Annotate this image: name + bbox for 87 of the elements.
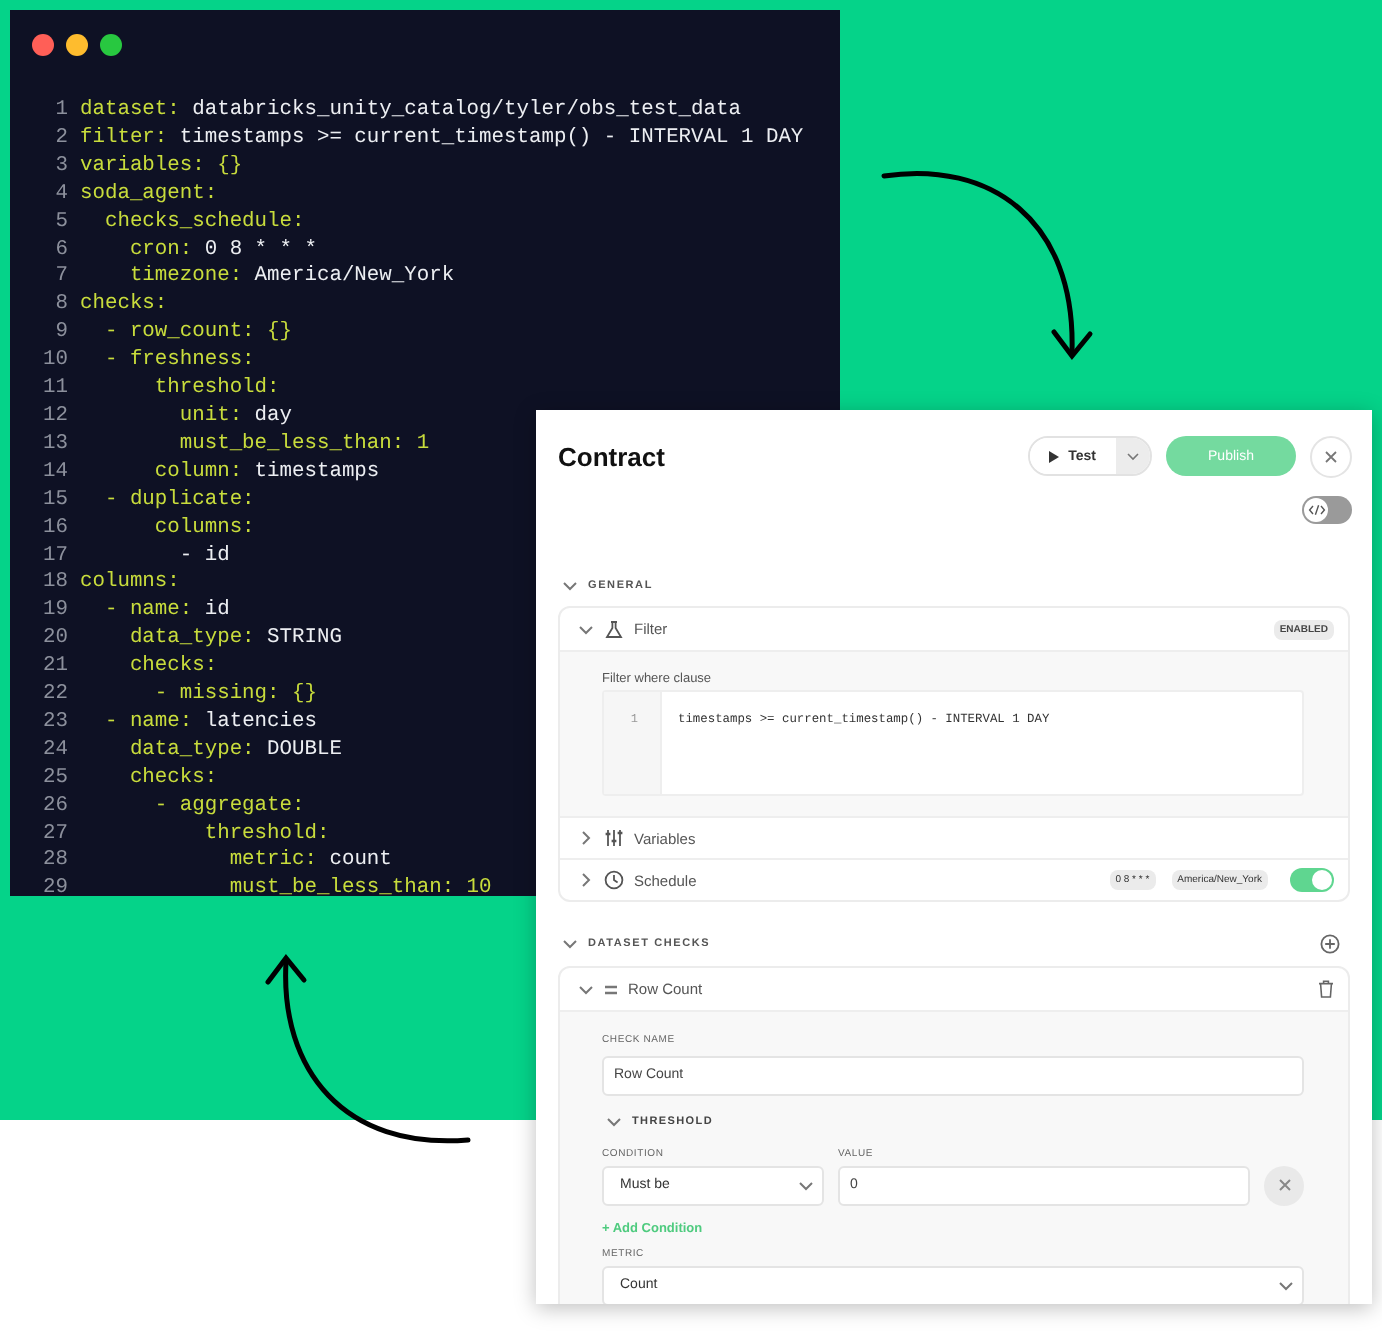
code-line: column: timestamps — [152, 459, 380, 488]
line-number: 7 — [53, 264, 68, 293]
line-number: 11 — [41, 376, 68, 404]
line-number: 1 — [53, 98, 68, 126]
minimize-dot[interactable] — [66, 34, 88, 56]
code-line: - name: latencies — [102, 709, 317, 738]
code-line: - id — [177, 543, 230, 571]
chevron-down-icon[interactable] — [562, 936, 578, 952]
chevron-down-icon[interactable] — [578, 981, 594, 997]
chevron-down-icon[interactable] — [562, 578, 578, 594]
code-line: checks: — [80, 292, 168, 321]
code-line: timezone: America/New_York — [127, 264, 455, 293]
line-number: 26 — [41, 793, 68, 822]
line-number: 18 — [41, 570, 68, 599]
line-number: 22 — [41, 682, 68, 710]
code-line: must_be_less_than: 10 — [227, 876, 492, 896]
equals-icon — [604, 983, 618, 995]
code-line: checks: — [127, 765, 218, 794]
line-number: 25 — [41, 765, 68, 794]
line-number: 8 — [53, 292, 68, 321]
chevron-right-icon[interactable] — [578, 830, 594, 846]
close-icon — [1277, 1178, 1291, 1192]
line-number: 3 — [53, 153, 68, 182]
code-line: must_be_less_than: 1 — [177, 431, 430, 460]
trash-icon[interactable] — [1318, 980, 1334, 998]
code-line: metric: count — [227, 848, 392, 877]
maximize-dot[interactable] — [100, 34, 122, 56]
line-number: 29 — [41, 876, 68, 896]
line-number: 24 — [41, 737, 68, 766]
play-icon — [1048, 449, 1061, 463]
caret-icon — [1126, 451, 1140, 461]
line-number: 2 — [53, 125, 68, 154]
chevron-down-icon[interactable] — [578, 621, 594, 637]
code-line: threshold: — [152, 376, 280, 404]
line-number: 4 — [53, 181, 68, 210]
chevron-down-icon — [1278, 1277, 1294, 1293]
panel-title: Contract — [558, 441, 667, 471]
flask-icon — [604, 619, 624, 639]
line-number: 14 — [41, 459, 68, 488]
chevron-down-icon[interactable] — [606, 1113, 622, 1129]
code-line: - name: id — [102, 598, 230, 627]
line-number: 15 — [41, 487, 68, 516]
close-dot[interactable] — [32, 34, 54, 56]
code-line: checks: — [127, 654, 218, 683]
code-icon — [1307, 504, 1325, 516]
code-line: data_type: STRING — [127, 626, 342, 655]
line-number: 10 — [41, 348, 68, 377]
code-line: variables: {} — [80, 153, 243, 182]
code-line: - freshness: — [102, 348, 255, 377]
line-number: 17 — [41, 543, 68, 571]
enable-switch[interactable] — [1290, 868, 1334, 892]
close-icon — [1324, 449, 1338, 463]
line-number: 23 — [41, 709, 68, 738]
code-line: columns: — [152, 515, 255, 543]
code-line: - aggregate: — [152, 793, 305, 822]
code-line: unit: day — [177, 403, 293, 432]
line-number: 13 — [41, 431, 68, 460]
clock-icon — [604, 870, 624, 890]
line-number: 21 — [41, 654, 68, 683]
code-line: soda_agent: — [80, 181, 218, 210]
code-line: columns: — [80, 570, 180, 599]
code-line: cron: 0 8 * * * — [127, 237, 317, 265]
line-number: 20 — [41, 626, 68, 655]
chevron-down-icon — [798, 1177, 814, 1193]
code-line: filter: timestamps >= current_timestamp() - INTERVAL 1 DAY — [80, 125, 804, 154]
code-line: threshold: — [202, 821, 330, 849]
line-number: 12 — [41, 403, 68, 432]
remove-button[interactable] — [1264, 1165, 1304, 1205]
line-number: 28 — [41, 848, 68, 877]
code-line: checks_schedule: — [102, 209, 305, 238]
sliders-icon — [604, 828, 624, 848]
chevron-right-icon[interactable] — [578, 872, 594, 888]
code-line: data_type: DOUBLE — [127, 737, 342, 766]
code-line: - row_count: {} — [102, 320, 293, 349]
line-number: 9 — [53, 320, 68, 349]
line-number: 27 — [41, 821, 68, 849]
dropdown-button[interactable] — [1116, 438, 1150, 474]
line-number: 16 — [41, 515, 68, 543]
line-number: 6 — [53, 237, 68, 265]
code-line: - duplicate: — [102, 487, 255, 516]
code-line: dataset: databricks_unity_catalog/tyler/obs_test_data — [80, 98, 741, 126]
code-line: - missing: {} — [152, 682, 317, 710]
close-button[interactable] — [1310, 435, 1352, 477]
line-number: 19 — [41, 598, 68, 627]
add-circle-icon[interactable] — [1320, 934, 1340, 954]
code-view-toggle[interactable] — [1302, 496, 1352, 524]
line-number: 5 — [53, 209, 68, 238]
